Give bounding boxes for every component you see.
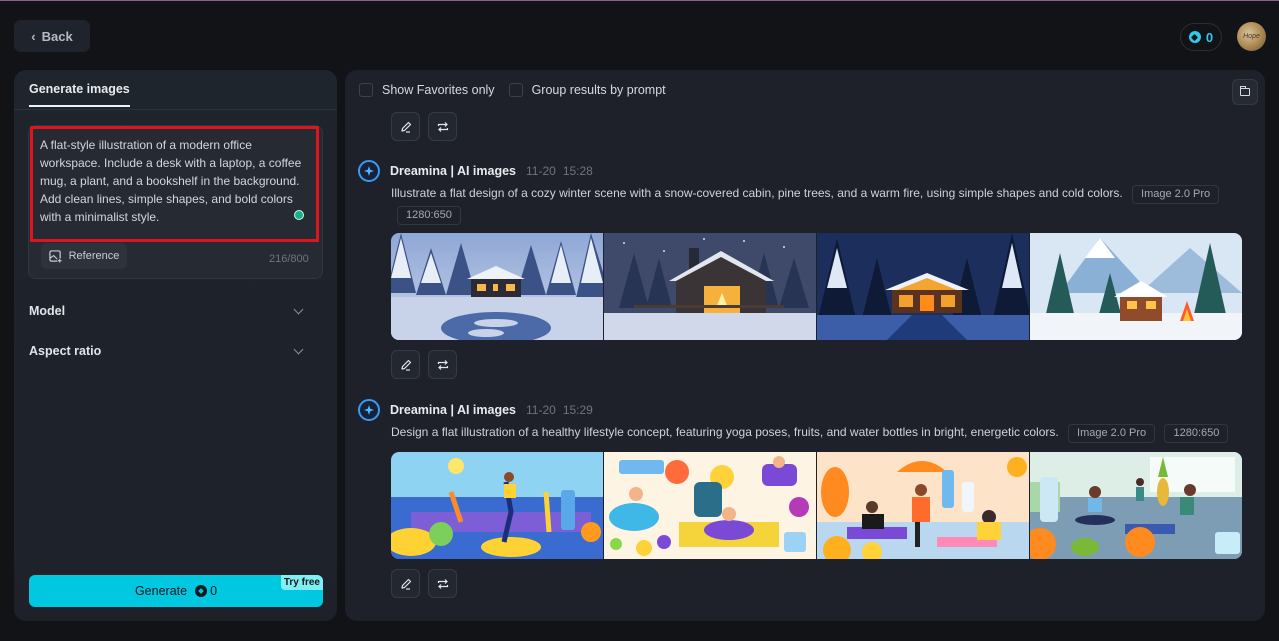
pencil-icon [400,359,411,371]
show-favorites-label: Show Favorites only [382,83,495,97]
group-by-prompt-checkbox[interactable] [508,83,523,97]
generated-image[interactable] [391,233,603,340]
chevron-down-icon [293,344,304,354]
generated-image[interactable] [817,233,1029,340]
generated-image[interactable] [604,233,816,340]
generation-item: Dreamina | AI images 11-20 15:28 Illustr… [358,159,1258,225]
group-by-prompt-toggle[interactable]: Group results by prompt [508,83,666,97]
edit-prompt-button[interactable] [391,112,420,141]
credit-coin-icon [195,585,208,597]
chevron-left-icon: ‹ [31,28,36,44]
generation-time: 15:29 [562,403,593,417]
reference-label: Reference [68,250,120,262]
generated-image[interactable] [1030,452,1242,559]
show-favorites-checkbox[interactable] [359,83,373,97]
show-favorites-toggle[interactable]: Show Favorites only [359,83,495,97]
regenerate-button[interactable] [428,569,457,598]
ratio-tag: 1280:650 [397,206,461,225]
action-row [391,569,457,598]
model-tag: Image 2.0 Pro [1068,424,1156,443]
generation-item: Dreamina | AI images 11-20 15:29 Design … [358,398,1258,443]
app-name: Dreamina | AI images [390,403,517,417]
panel-tabs: Generate images [14,70,337,110]
folder-icon [1240,86,1250,96]
model-label: Model [29,304,66,318]
reference-button[interactable]: Reference [41,243,127,269]
back-button[interactable]: ‹ Back [14,20,90,52]
generation-prompt-text: Design a flat illustration of a healthy … [391,425,1059,439]
generation-date: 11-20 [526,403,556,417]
generate-button[interactable]: Generate 0 Try free [29,575,323,607]
credit-coin-icon [1188,31,1201,43]
image-grid [391,452,1242,559]
app-name: Dreamina | AI images [390,164,517,178]
try-free-badge: Try free [280,575,323,590]
generation-prompt: Design a flat illustration of a healthy … [391,422,1258,443]
generation-date: 11-20 [526,164,556,178]
action-row [391,350,457,379]
model-tag: Image 2.0 Pro [1132,185,1220,204]
edit-prompt-button[interactable] [391,350,420,379]
generated-image[interactable] [604,452,816,559]
filters: Show Favorites only Group results by pro… [359,83,666,97]
dreamina-logo-icon [358,160,380,182]
char-count: 216/800 [269,253,309,265]
generated-image[interactable] [1030,233,1242,340]
tab-generate-images[interactable]: Generate images [29,82,130,107]
ratio-tag: 1280:650 [1164,424,1229,443]
generate-panel: Generate images A flat-style illustratio… [14,70,337,621]
regenerate-button[interactable] [428,112,457,141]
repeat-icon [437,578,448,589]
credits-badge[interactable]: 0 [1180,23,1222,51]
credits-count: 0 [1205,29,1214,45]
generate-cost: 0 [210,584,218,598]
status-dot [294,210,304,220]
group-by-prompt-label: Group results by prompt [531,83,666,97]
prompt-input[interactable]: A flat-style illustration of a modern of… [40,136,310,228]
image-grid [391,233,1242,340]
action-row [391,112,457,141]
folder-button[interactable] [1232,79,1258,105]
generation-prompt: Illustrate a flat design of a cozy winte… [391,183,1258,225]
avatar[interactable]: Hope [1237,22,1266,51]
avatar-text: Hope [1243,33,1260,40]
edit-prompt-button[interactable] [391,569,420,598]
generation-prompt-text: Illustrate a flat design of a cozy winte… [391,186,1123,200]
image-reference-icon [48,249,62,263]
back-label: Back [41,28,73,44]
generated-image[interactable] [817,452,1029,559]
aspect-ratio-label: Aspect ratio [29,344,102,358]
generation-time: 15:28 [562,164,593,178]
generated-image[interactable] [391,452,603,559]
pencil-icon [400,578,411,590]
aspect-ratio-accordion[interactable]: Aspect ratio [29,341,314,361]
repeat-icon [437,359,448,370]
generate-label: Generate [134,584,188,598]
regenerate-button[interactable] [428,350,457,379]
chevron-down-icon [293,304,304,314]
pencil-icon [400,121,411,133]
dreamina-logo-icon [358,399,380,421]
model-accordion[interactable]: Model [29,301,314,321]
repeat-icon [437,121,448,132]
results-panel: Show Favorites only Group results by pro… [345,70,1265,621]
